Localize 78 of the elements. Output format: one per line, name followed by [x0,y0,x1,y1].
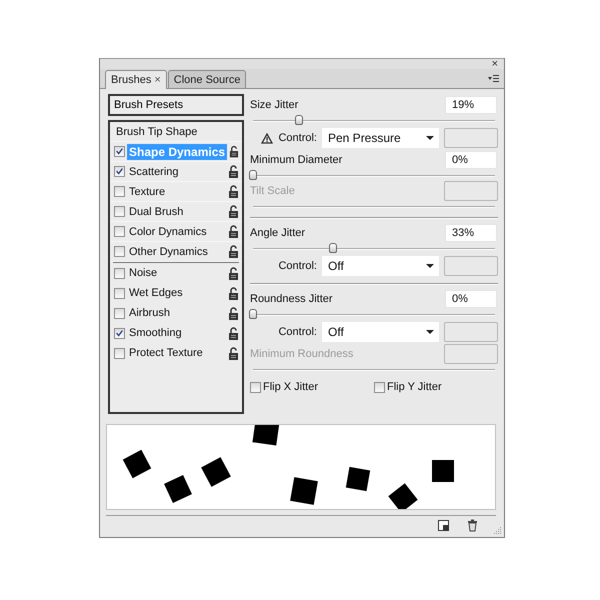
option-label[interactable]: Other Dynamics [127,244,210,258]
slider-track[interactable] [253,115,495,125]
checkbox-label[interactable]: Flip Y Jitter [387,381,442,393]
value-field [444,322,498,342]
control-label: Control: [278,132,317,144]
value-field [444,344,498,364]
lock-icon [228,205,239,218]
lock-icon [228,286,239,300]
tab-close-button[interactable]: × [154,74,161,86]
lock-icon [228,245,239,258]
caret-icon [426,136,434,140]
setting-label: Angle Jitter [250,226,306,238]
checkbox[interactable] [114,328,125,338]
caret-icon [426,330,434,334]
lock-icon [228,165,239,178]
close-button[interactable]: × [492,59,498,69]
control-dropdown[interactable]: Pen Pressure [322,128,439,148]
option-label[interactable]: Smoothing [127,326,184,340]
option-label[interactable]: Texture [127,184,168,198]
slider-thumb[interactable] [249,170,257,180]
setting-label: Roundness Jitter [250,292,333,304]
check-icon [115,328,124,338]
new-brush-icon[interactable] [438,520,449,530]
lock-icon [228,326,239,340]
control-label: Control: [278,326,317,338]
value-field[interactable]: 0% [445,150,497,168]
check-icon [115,147,124,156]
value-field [444,128,498,148]
checkbox[interactable] [114,146,125,157]
lock-icon [228,185,239,198]
trash-icon[interactable] [467,518,478,532]
setting-label: Tilt Scale [250,184,295,196]
checkbox-label[interactable]: Flip X Jitter [263,381,318,393]
setting-label: Minimum Diameter [250,154,342,166]
slider-thumb[interactable] [249,309,257,319]
checkbox[interactable] [114,166,125,177]
checkbox[interactable] [250,382,261,392]
option-label[interactable]: Noise [127,266,160,280]
value-field [444,256,498,276]
check-icon [115,167,124,176]
checkbox[interactable] [114,348,125,358]
checkbox[interactable] [114,226,125,237]
value-field [444,180,498,200]
option-label[interactable]: Wet Edges [127,286,185,300]
checkbox[interactable] [114,186,125,197]
slider-thumb[interactable] [294,115,303,125]
panel-tab[interactable]: Brushes × [105,70,167,89]
lock-icon [228,225,239,238]
checkbox[interactable] [114,206,125,217]
panel-tab[interactable]: Clone Source [168,70,246,88]
control-dropdown[interactable]: Off [322,322,439,342]
slider-thumb[interactable] [328,243,337,253]
caret-icon [426,264,434,268]
lock-icon [228,346,239,360]
option-label[interactable]: Color Dynamics [127,224,209,238]
lock-icon [229,145,239,158]
option-label[interactable]: Brush Tip Shape [114,124,200,138]
checkbox[interactable] [114,246,125,257]
menu-icon[interactable] [488,74,499,83]
value-field[interactable]: 19% [445,96,497,114]
option-label[interactable]: Protect Texture [127,346,205,360]
lock-icon [228,306,239,320]
option-label[interactable]: Dual Brush [127,204,186,218]
lock-icon [228,266,239,280]
slider-track[interactable] [253,243,495,253]
checkbox[interactable] [114,288,125,298]
control-dropdown[interactable]: Off [322,256,439,276]
brush-presets-item[interactable]: Brush Presets [108,94,244,116]
setting-label: Minimum Roundness [250,348,354,360]
value-field[interactable]: 33% [445,224,497,242]
checkbox[interactable] [114,268,125,278]
control-label: Control: [278,260,317,272]
checkbox[interactable] [374,382,385,392]
setting-label: Size Jitter [250,98,298,110]
checkbox[interactable] [114,308,125,318]
option-label[interactable]: Airbrush [127,306,172,320]
option-label[interactable]: Scattering [127,164,181,178]
value-field[interactable]: 0% [445,290,497,308]
